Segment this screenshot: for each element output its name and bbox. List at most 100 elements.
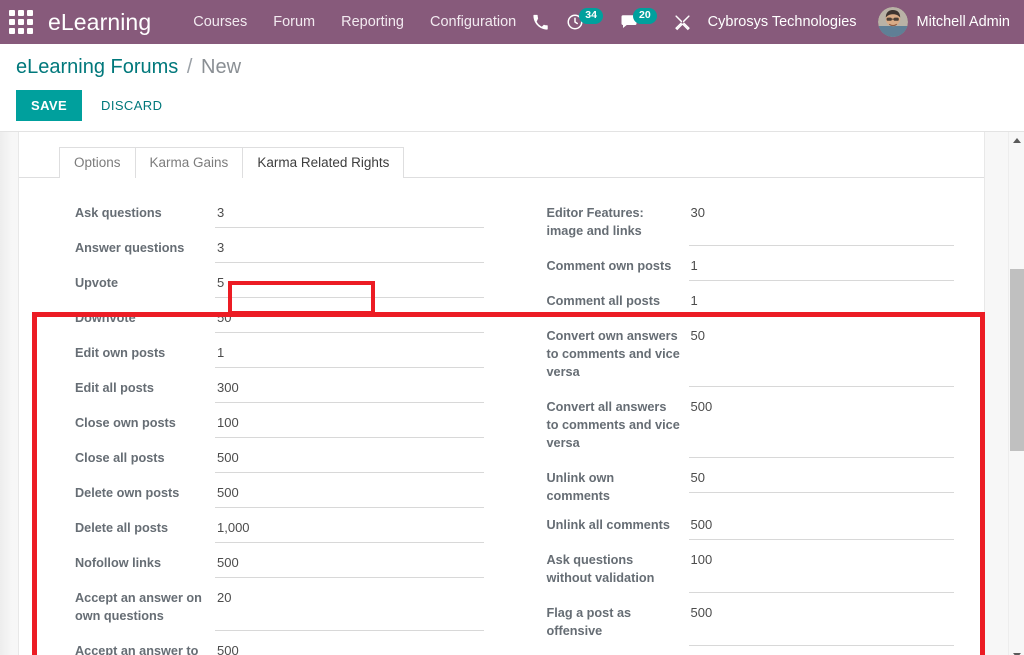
tab-options[interactable]: Options: [59, 147, 136, 178]
field-value-input[interactable]: 500: [689, 514, 955, 540]
app-brand-elearning[interactable]: eLearning: [48, 9, 151, 36]
field-label: Close all posts: [75, 447, 215, 467]
field-ask-questions: Ask questions 3: [75, 202, 484, 228]
user-name-label: Mitchell Admin: [917, 14, 1010, 30]
field-label: Editor Features: image and links: [547, 202, 689, 240]
grid-cell: [27, 19, 33, 25]
field-value-input[interactable]: 500: [689, 396, 955, 458]
field-accept-answer-all-questions: Accept an answer to all questions 500: [75, 640, 484, 655]
field-label: Unlink own comments: [547, 467, 689, 505]
field-label: Answer questions: [75, 237, 215, 257]
vertical-scrollbar[interactable]: [1008, 132, 1024, 655]
user-avatar: [878, 7, 908, 37]
field-nofollow-links: Nofollow links 500: [75, 552, 484, 578]
breadcrumb-current: New: [201, 56, 241, 78]
form-column-left: Ask questions 3 Answer questions 3 Upvot…: [19, 202, 502, 655]
field-label: Ask questions without validation: [547, 549, 689, 587]
messages-icon[interactable]: 20: [620, 9, 657, 35]
field-unlink-all-comments: Unlink all comments 500: [547, 514, 955, 540]
scroll-down-arrow-icon[interactable]: [1009, 647, 1024, 655]
field-value-input[interactable]: 500: [215, 640, 484, 655]
grid-cell: [18, 19, 24, 25]
field-label: Edit own posts: [75, 342, 215, 362]
activity-clock-icon[interactable]: 34: [566, 9, 603, 35]
field-value-input[interactable]: 1: [689, 290, 955, 316]
field-comment-own-posts: Comment own posts 1: [547, 255, 955, 281]
field-value-input[interactable]: 20: [215, 587, 484, 631]
field-comment-all-posts: Comment all posts 1: [547, 290, 955, 316]
field-delete-all-posts: Delete all posts 1,000: [75, 517, 484, 543]
field-value-input[interactable]: 500: [215, 552, 484, 578]
phone-icon[interactable]: [532, 9, 549, 35]
field-value-input[interactable]: 500: [689, 602, 955, 646]
tab-karma-related-rights[interactable]: Karma Related Rights: [242, 147, 404, 178]
karma-related-rights-form: Ask questions 3 Answer questions 3 Upvot…: [19, 178, 984, 655]
field-label: Convert all answers to comments and vice…: [547, 396, 689, 452]
user-menu[interactable]: Mitchell Admin: [878, 7, 1010, 37]
field-value-input[interactable]: 500: [215, 447, 484, 473]
field-answer-questions: Answer questions 3: [75, 237, 484, 263]
apps-grid-icon[interactable]: [8, 9, 34, 35]
field-edit-all-posts: Edit all posts 300: [75, 377, 484, 403]
field-value-input[interactable]: 5: [215, 272, 484, 298]
top-navbar: eLearning Courses Forum Reporting Config…: [0, 0, 1024, 44]
field-value-input[interactable]: 1: [689, 255, 955, 281]
field-value-input[interactable]: 3: [215, 202, 484, 228]
field-upvote: Upvote 5: [75, 272, 484, 298]
field-label: Flag a post as offensive: [547, 602, 689, 640]
field-value-input[interactable]: 3: [215, 237, 484, 263]
breadcrumb-root-link[interactable]: eLearning Forums: [16, 56, 178, 78]
menu-item-courses[interactable]: Courses: [193, 14, 247, 30]
activity-count-badge: 34: [579, 8, 603, 24]
field-ask-questions-without-validation: Ask questions without validation 100: [547, 549, 955, 593]
scroll-up-arrow-icon[interactable]: [1009, 132, 1024, 148]
field-unlink-own-comments: Unlink own comments 50: [547, 467, 955, 505]
field-value-input[interactable]: 50: [689, 467, 955, 493]
field-editor-features-image-and-links: Editor Features: image and links 30: [547, 202, 955, 246]
field-value-input[interactable]: 1: [215, 342, 484, 368]
form-column-right: Editor Features: image and links 30 Comm…: [502, 202, 985, 655]
menu-item-reporting[interactable]: Reporting: [341, 14, 404, 30]
tools-icon[interactable]: [674, 9, 691, 35]
discard-button[interactable]: DISCARD: [91, 90, 172, 121]
notebook-tabs: Options Karma Gains Karma Related Rights: [19, 132, 984, 178]
field-value-input[interactable]: 100: [689, 549, 955, 593]
field-close-own-posts: Close own posts 100: [75, 412, 484, 438]
field-value-input[interactable]: 500: [215, 482, 484, 508]
company-switcher[interactable]: Cybrosys Technologies: [708, 14, 857, 30]
field-downvote: Downvote 50: [75, 307, 484, 333]
messages-count-badge: 20: [633, 8, 657, 24]
field-label: Delete all posts: [75, 517, 215, 537]
field-label: Comment all posts: [547, 290, 689, 310]
menu-item-configuration[interactable]: Configuration: [430, 14, 516, 30]
field-convert-all-answers-to-comments: Convert all answers to comments and vice…: [547, 396, 955, 458]
field-value-input[interactable]: 100: [215, 412, 484, 438]
tab-karma-gains[interactable]: Karma Gains: [135, 147, 244, 178]
save-button[interactable]: SAVE: [16, 90, 82, 121]
field-flag-post-as-offensive: Flag a post as offensive 500: [547, 602, 955, 646]
field-label: Delete own posts: [75, 482, 215, 502]
field-value-input[interactable]: 50: [215, 307, 484, 333]
field-label: Upvote: [75, 272, 215, 292]
field-label: Edit all posts: [75, 377, 215, 397]
field-value-input[interactable]: 30: [689, 202, 955, 246]
field-value-input[interactable]: 50: [689, 325, 955, 387]
field-value-input[interactable]: 300: [215, 377, 484, 403]
main-menu: Courses Forum Reporting Configuration: [193, 14, 516, 30]
field-value-input[interactable]: 1,000: [215, 517, 484, 543]
grid-cell: [27, 28, 33, 34]
grid-cell: [18, 10, 24, 16]
field-label: Close own posts: [75, 412, 215, 432]
grid-cell: [18, 28, 24, 34]
field-label: Comment own posts: [547, 255, 689, 275]
navbar-right-cluster: 34 20 Cybrosys Technologies: [532, 7, 1010, 37]
control-panel: eLearning Forums / New SAVE DISCARD: [0, 44, 1024, 132]
menu-item-forum[interactable]: Forum: [273, 14, 315, 30]
grid-cell: [9, 28, 15, 34]
form-sheet: Options Karma Gains Karma Related Rights…: [18, 132, 985, 655]
field-edit-own-posts: Edit own posts 1: [75, 342, 484, 368]
field-convert-own-answers-to-comments: Convert own answers to comments and vice…: [547, 325, 955, 387]
scroll-thumb[interactable]: [1010, 269, 1024, 451]
form-sheet-area: Options Karma Gains Karma Related Rights…: [0, 132, 1024, 655]
breadcrumb: eLearning Forums / New: [16, 56, 1024, 79]
